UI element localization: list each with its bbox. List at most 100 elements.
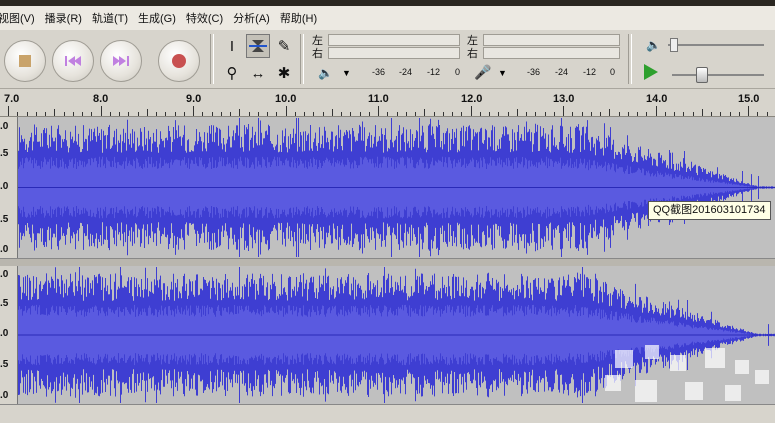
draw-tool[interactable]: ✎ [272,34,296,58]
output-volume-thumb[interactable] [670,38,678,52]
watermark-mosaic [575,340,775,410]
play-speed-slider[interactable] [672,74,764,76]
ruler-tick [748,106,749,116]
mosaic-block [735,360,749,374]
meter-tick: -12 [427,67,441,77]
menu-transport[interactable]: 播录(R) [45,10,82,26]
ruler-tick [128,112,130,116]
mosaic-block [635,380,657,402]
ruler-tick [82,112,83,116]
scale-label: .0 [0,121,9,132]
microphone-icon[interactable]: 🎤 [474,64,491,81]
envelope-tool[interactable] [246,34,270,58]
menu-effect[interactable]: 特效(C) [186,10,223,26]
timeline-ruler[interactable]: 7.0 8.0 9.0 10.0 11.0 12.0 13.0 14.0 15.… [0,89,775,117]
play-at-speed-button[interactable] [644,64,658,80]
ruler-tick [341,112,342,116]
ruler-tick [285,106,287,116]
ruler-tick [701,109,703,116]
mosaic-block [615,350,633,368]
timeshift-tool[interactable]: ↔ [246,61,270,85]
toolbar-separator [628,34,632,84]
speaker-icon[interactable]: 🔈 [318,66,333,80]
scale-label: .5 [0,214,9,225]
stop-button[interactable] [4,40,46,82]
ruler-tick [331,109,333,116]
ruler-tick [609,109,611,116]
menu-analyze[interactable]: 分析(A) [233,10,270,26]
skip-start-button[interactable] [52,40,94,82]
scale-label: .5 [0,148,9,159]
skip-end-icon [113,56,129,66]
dropdown-arrow-icon[interactable]: ▼ [498,68,507,78]
ruler-tick [387,112,389,116]
meter-tick: -36 [527,67,541,77]
meter-tick: 0 [610,67,616,77]
mosaic-block [725,385,741,401]
ruler-tick [359,112,361,116]
menu-generate[interactable]: 生成(G) [138,10,176,26]
ruler-tick [600,112,601,116]
output-volume-slider[interactable] [668,44,764,46]
ruler-tick [452,112,453,116]
dropdown-arrow-icon[interactable]: ▼ [342,68,351,78]
meter-right-label: 右 [312,48,323,60]
ruler-tick [590,112,592,116]
ruler-tick [757,112,759,116]
ruler-label: 15.0 [738,93,760,105]
audio-track-left[interactable] [0,117,775,258]
mosaic-block [645,345,659,359]
ruler-tick [433,112,435,116]
menu-help[interactable]: 帮助(H) [280,10,317,26]
ruler-tick [442,112,444,116]
skip-end-button[interactable] [100,40,142,82]
meter-tick: -24 [555,67,569,77]
meter-tick: 0 [455,67,461,77]
meter-tick: -36 [372,67,386,77]
scale-label: .0 [0,390,9,401]
record-icon [172,54,186,68]
ruler-tick [479,112,481,116]
ruler-tick [489,112,490,116]
ruler-tick [415,112,416,116]
record-button[interactable] [158,40,200,82]
selection-tool[interactable]: I [220,34,244,58]
ruler-tick [507,112,509,116]
ruler-tick [461,112,463,116]
ruler-tick [405,112,407,116]
track-scale-right: .0 .5 .0 .5 .0 [0,266,18,404]
scale-label: .0 [0,269,9,280]
record-meter-left [483,34,620,46]
waveform-left[interactable] [17,117,775,258]
ruler-tick [202,112,204,116]
ruler-tick [368,112,370,116]
scale-label: .0 [0,181,9,192]
ruler-tick [553,112,555,116]
ruler-tick [470,106,472,116]
ruler-label: 11.0 [368,93,389,105]
zoom-tool[interactable]: ⚲ [220,61,244,85]
ruler-tick [165,112,167,116]
menu-bar: 视图(V) 播录(R) 轨道(T) 生成(G) 特效(C) 分析(A) 帮助(H… [0,6,775,30]
ruler-tick [100,106,102,116]
ruler-tick [313,112,315,116]
meter-tick: -24 [399,67,413,77]
play-speed-thumb[interactable] [696,67,708,83]
mosaic-block [755,370,769,384]
ruler-tick [729,112,731,116]
ruler-tick [211,112,213,116]
menu-view[interactable]: 视图(V) [0,10,35,26]
ruler-tick [220,112,222,116]
ruler-tick [17,112,19,116]
scale-label: .5 [0,298,9,309]
ruler-tick [322,112,324,116]
ruler-label: 9.0 [186,93,202,105]
pencil-icon: ✎ [277,38,291,55]
multi-tool[interactable]: ✱ [272,61,296,85]
ruler-tick [248,112,250,116]
ruler-tick [378,106,379,116]
ruler-tick [738,112,740,116]
menu-tracks[interactable]: 轨道(T) [92,10,128,26]
ruler-tick [544,112,546,116]
ruler-tick [618,112,620,116]
